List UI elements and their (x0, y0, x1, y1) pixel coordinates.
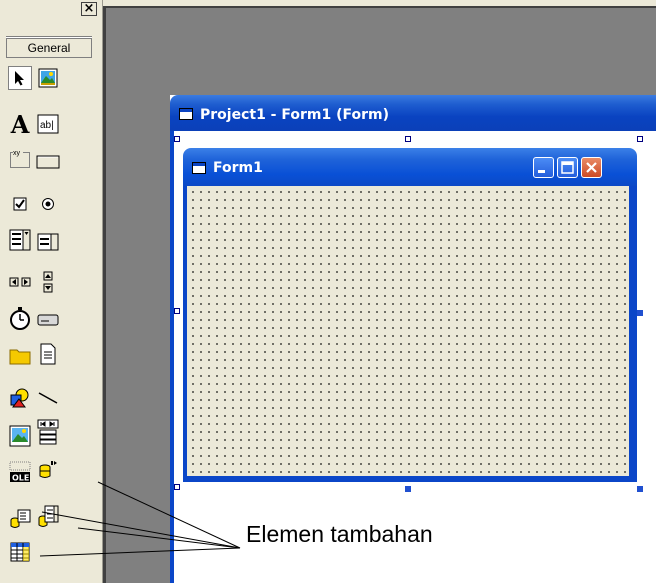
frame-icon[interactable]: xy (8, 146, 32, 170)
svg-text:ab|: ab| (40, 120, 54, 131)
label-icon[interactable]: A (8, 110, 32, 139)
workspace-top-border (103, 6, 656, 8)
form1-title: Form1 (213, 160, 263, 176)
close-icon (586, 162, 597, 173)
resize-handle-top-right[interactable] (637, 136, 643, 142)
form1-window-icon (192, 162, 206, 174)
designer-titlebar[interactable]: Project1 - Form1 (Form) (170, 95, 656, 131)
datacombo-icon[interactable] (36, 504, 60, 528)
filelistbox-icon[interactable] (36, 342, 60, 366)
data-icon[interactable] (36, 419, 60, 445)
form1-frame (183, 186, 637, 482)
adodc-icon[interactable] (36, 458, 60, 482)
form1-titlebar[interactable]: Form1 (183, 148, 637, 186)
checkbox-icon[interactable] (8, 192, 32, 216)
resize-handle-right[interactable] (637, 310, 643, 316)
form1-client-grid[interactable] (187, 186, 629, 476)
workspace-left-border (103, 6, 106, 583)
dirlistbox-icon[interactable] (8, 344, 32, 368)
designer-title: Project1 - Form1 (Form) (200, 107, 389, 123)
combobox-icon[interactable] (8, 228, 32, 252)
resize-handle-bottom-left[interactable] (174, 484, 180, 490)
form-window-icon (179, 108, 193, 120)
textbox-icon[interactable]: ab| (36, 112, 60, 136)
resize-handle-left[interactable] (174, 308, 180, 314)
toolbox-close-button[interactable]: × (81, 2, 97, 16)
picturebox-icon[interactable] (36, 66, 60, 90)
maximize-button[interactable] (557, 157, 578, 178)
resize-handle-top[interactable] (405, 136, 411, 142)
ole-icon[interactable]: OLE (8, 460, 32, 484)
hscrollbar-icon[interactable] (8, 270, 32, 294)
minimize-icon (538, 170, 545, 173)
line-icon[interactable] (36, 386, 60, 410)
toolbox-panel: × General A ab| xy OLE (0, 0, 103, 583)
optionbutton-icon[interactable] (36, 192, 60, 216)
drivelistbox-icon[interactable] (36, 308, 60, 332)
toolbox-titlebar: × (4, 0, 100, 18)
resize-handle-bottom[interactable] (405, 486, 411, 492)
form1-window[interactable]: Form1 (183, 148, 637, 482)
shape-icon[interactable] (8, 386, 32, 410)
resize-handle-bottom-right[interactable] (637, 486, 643, 492)
vscrollbar-icon[interactable] (36, 270, 60, 294)
maximize-icon (561, 161, 574, 174)
annotation-label: Elemen tambahan (246, 521, 433, 547)
svg-text:OLE: OLE (12, 474, 29, 483)
datalist-icon[interactable] (8, 506, 32, 530)
resize-handle-top-left[interactable] (174, 136, 180, 142)
toolbox-tab-general[interactable]: General (6, 38, 92, 58)
listbox-icon[interactable] (36, 230, 60, 254)
commandbutton-icon[interactable] (36, 150, 60, 174)
minimize-button[interactable] (533, 157, 554, 178)
datagrid-icon[interactable] (8, 540, 32, 564)
image-icon[interactable] (8, 424, 32, 448)
close-button[interactable] (581, 157, 602, 178)
svg-text:xy: xy (13, 150, 21, 157)
timer-icon[interactable] (8, 306, 32, 330)
pointer-icon[interactable] (8, 66, 32, 90)
